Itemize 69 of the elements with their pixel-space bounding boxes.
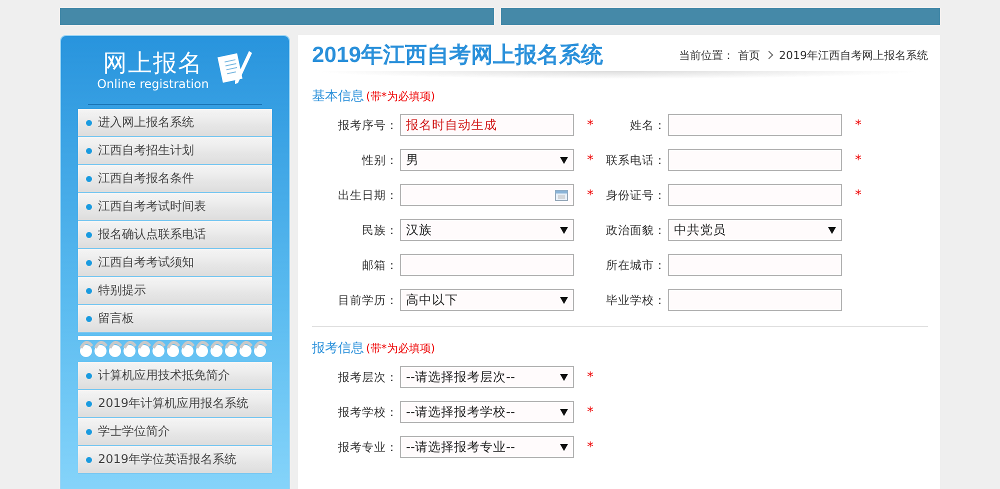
sidebar-title: 网上报名	[102, 49, 203, 77]
select-dropdown[interactable]: 中共党员	[668, 219, 842, 241]
breadcrumb-link[interactable]: 2019年江西自考网上报名系统	[779, 48, 928, 62]
input-field[interactable]: 报名时自动生成	[400, 114, 574, 136]
sidebar-menu-item[interactable]: 报名确认点联系电话	[78, 221, 272, 249]
select-dropdown[interactable]: 男	[400, 149, 574, 171]
date-field[interactable]	[400, 184, 574, 206]
input-field[interactable]	[668, 184, 842, 206]
field-label: 民族：	[362, 222, 398, 238]
sidebar-menu-item[interactable]: 留言板	[78, 305, 272, 333]
select-dropdown[interactable]: 高中以下	[400, 289, 574, 311]
calendar-icon	[555, 190, 568, 200]
input-field[interactable]	[668, 289, 842, 311]
required-note: (带*为必填项)	[366, 341, 436, 356]
field-label: 毕业学校：	[606, 292, 666, 308]
caret-icon	[560, 374, 568, 380]
required-asterisk: *	[586, 370, 594, 384]
field-label: 报考学校：	[338, 404, 398, 420]
sidebar-menu-item[interactable]: 学士学位简介	[78, 418, 272, 446]
breadcrumb-label: 当前位置：	[679, 48, 734, 62]
caret-icon	[560, 226, 568, 234]
required-asterisk: *	[854, 188, 862, 202]
sidebar-menu-item[interactable]: 特别提示	[78, 277, 272, 305]
field-label: 联系电话：	[606, 152, 666, 168]
sidebar-menu-item[interactable]: 2019年计算机应用报名系统	[78, 390, 272, 418]
sidebar-menu-item[interactable]: 进入网上报名系统	[78, 109, 272, 137]
field-label: 邮箱：	[362, 258, 398, 272]
field-label: 目前学历：	[338, 292, 398, 308]
sidebar-menu-item[interactable]: 2019年学位英语报名系统	[78, 446, 272, 474]
field-label: 身份证号：	[606, 188, 666, 202]
page-title: 2019年江西自考网上报名系统	[312, 41, 603, 69]
sidebar-menu-item[interactable]: 计算机应用技术抵免简介	[78, 362, 272, 390]
section-title: 报考信息	[312, 340, 364, 357]
required-asterisk: *	[586, 152, 594, 168]
field-label: 出生日期：	[338, 188, 398, 202]
input-field[interactable]	[668, 254, 842, 276]
required-note: (带*为必填项)	[366, 89, 436, 104]
select-dropdown[interactable]: --请选择报考学校--	[400, 401, 574, 423]
caret-icon	[560, 156, 568, 164]
sidebar-menu-item[interactable]: 江西自考考试须知	[78, 249, 272, 277]
field-label: 报考层次：	[338, 370, 398, 384]
required-asterisk: *	[586, 188, 594, 202]
section-title: 基本信息	[312, 88, 364, 105]
field-label: 性别：	[362, 152, 398, 168]
input-field[interactable]	[668, 149, 842, 171]
select-dropdown[interactable]: 汉族	[400, 219, 574, 241]
field-label: 政治面貌：	[606, 222, 666, 238]
required-asterisk: *	[586, 440, 594, 454]
field-label: 报考专业：	[338, 440, 398, 454]
caret-icon	[828, 226, 836, 234]
field-label: 所在城市：	[606, 258, 666, 272]
required-asterisk: *	[586, 404, 594, 420]
select-dropdown[interactable]: --请选择报考专业--	[400, 436, 574, 458]
breadcrumb-link[interactable]: 首页	[738, 48, 760, 62]
required-asterisk: *	[854, 152, 862, 168]
required-asterisk: *	[586, 118, 594, 132]
sidebar-menu-item[interactable]: 江西自考考试时间表	[78, 193, 272, 221]
select-dropdown[interactable]: --请选择报考层次--	[400, 366, 574, 388]
required-asterisk: *	[854, 118, 862, 132]
field-label: 姓名：	[630, 118, 666, 132]
sidebar-subtitle: Online registration	[97, 77, 209, 91]
sidebar-menu-item[interactable]: 江西自考招生计划	[78, 137, 272, 165]
sidebar-menu-item[interactable]: 江西自考报名条件	[78, 165, 272, 193]
field-label: 报考序号：	[338, 118, 398, 132]
caret-icon	[560, 408, 568, 416]
input-field[interactable]	[400, 254, 574, 276]
caret-icon	[560, 444, 568, 450]
input-field[interactable]	[668, 114, 842, 136]
caret-icon	[560, 296, 568, 304]
